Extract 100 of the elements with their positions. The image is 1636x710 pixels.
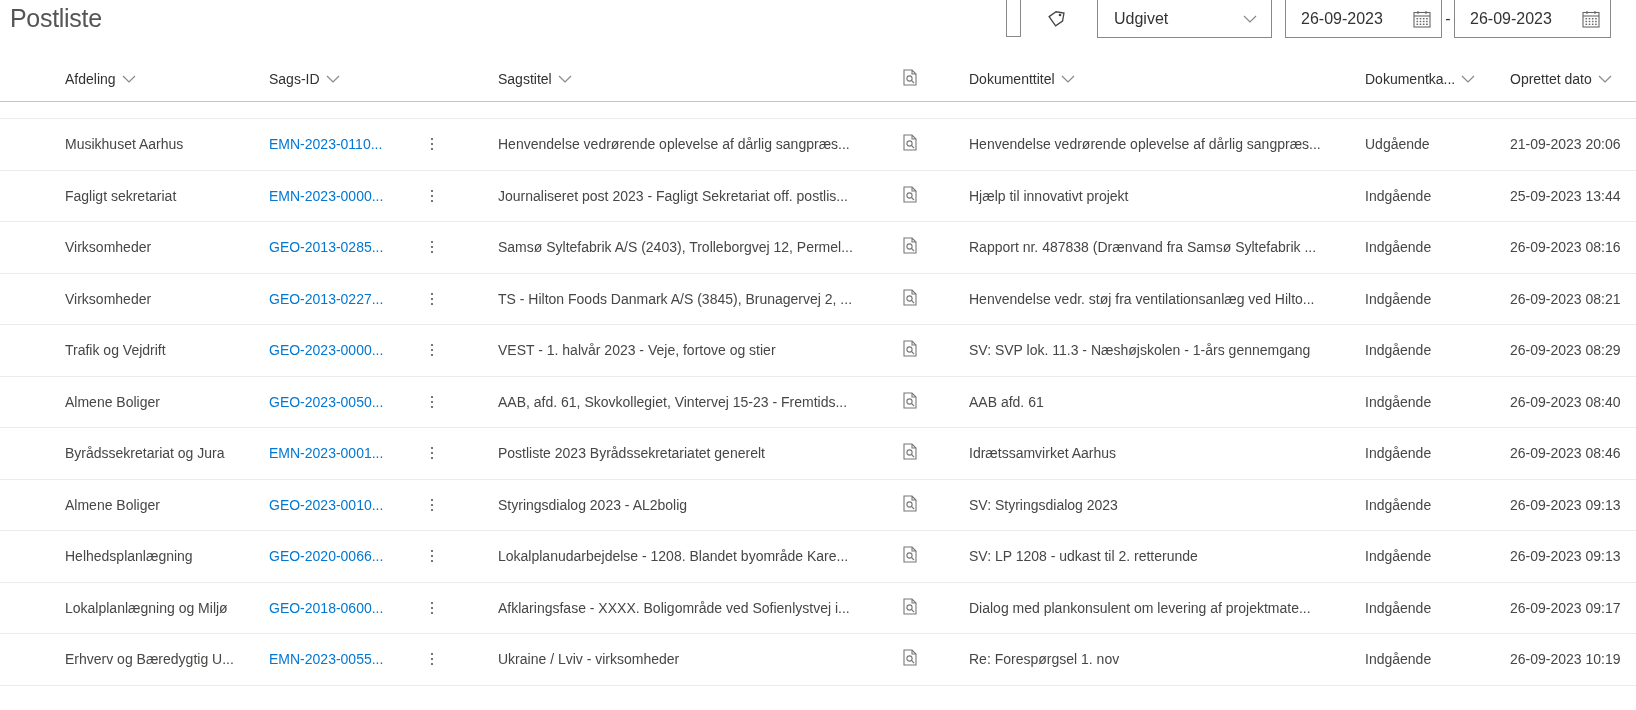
table-cell-text: AAB, afd. 61, Skovkollegiet, Vintervej 15-23 - Fremtids... — [498, 393, 849, 410]
table-cell-text: Lokalplanudarbejdelse - 1208. Blandet byområde Kare... — [498, 548, 850, 565]
table-cell-text: Styringsdialog 2023 - AL2bolig — [498, 496, 689, 513]
column-header[interactable]: Sagstitel — [498, 71, 552, 87]
column-header[interactable]: Afdeling — [65, 71, 116, 87]
case-id-link[interactable]: EMN-2023-0055... — [269, 651, 427, 668]
document-search-icon[interactable] — [903, 443, 917, 461]
table-cell-text: 26-09-2023 10:19 — [1510, 651, 1622, 668]
table-cell-text: 26-09-2023 08:46 — [1510, 445, 1622, 462]
table-cell-text: Indgående — [1365, 342, 1433, 359]
document-search-icon[interactable] — [903, 134, 917, 152]
date-field[interactable]: 26-09-2023 — [1285, 0, 1442, 38]
column-header[interactable]: Sags-ID — [269, 71, 320, 87]
toolbar-field[interactable] — [1006, 0, 1021, 37]
table-cell-text: Almene Boliger — [65, 393, 161, 410]
table-cell-text: AAB afd. 61 — [969, 393, 1045, 410]
document-search-icon[interactable] — [903, 597, 917, 615]
document-search-icon[interactable] — [903, 69, 917, 86]
chevron-down-icon[interactable] — [121, 75, 136, 83]
date-field[interactable]: 26-09-2023 — [1454, 0, 1611, 38]
document-search-icon[interactable] — [903, 237, 917, 255]
document-search-icon[interactable] — [903, 340, 917, 358]
table-cell-text: Indgående — [1365, 290, 1433, 307]
case-id-link[interactable]: GEO-2013-0285... — [269, 239, 427, 256]
chevron-down-icon[interactable] — [1461, 75, 1476, 83]
table-cell-text: Byrådssekretariat og Jura — [65, 445, 226, 462]
case-id-link[interactable]: GEO-2020-0066... — [269, 548, 427, 565]
table-cell-text: Samsø Syltefabrik A/S (2403), Trolleborgvej 12, Permel... — [498, 239, 854, 256]
table-cell-text: 26-09-2023 09:13 — [1510, 496, 1622, 513]
document-search-icon[interactable] — [903, 391, 917, 409]
table-cell-text: Udgående — [1365, 136, 1431, 153]
table-cell-text: Indgående — [1365, 496, 1433, 513]
table-cell-text: Musikhuset Aarhus — [65, 136, 185, 153]
table-cell-text: Fagligt sekretariat — [65, 187, 178, 204]
tag-icon[interactable] — [1047, 9, 1067, 27]
table-cell-text: SV: LP 1208 - udkast til 2. retterunde — [969, 548, 1199, 565]
table-cell-text: Indgående — [1365, 548, 1433, 565]
table-cell-text: 26-09-2023 08:29 — [1510, 342, 1622, 359]
table-cell-text: Trafik og Vejdrift — [65, 342, 167, 359]
status-dropdown[interactable]: Udgivet — [1097, 0, 1272, 38]
column-header[interactable]: Oprettet dato — [1510, 71, 1592, 87]
table-cell-text: Postliste 2023 Byrådssekretariatet generelt — [498, 445, 766, 462]
table-cell-text: Indgående — [1365, 599, 1433, 616]
table-cell-text: 26-09-2023 09:13 — [1510, 548, 1622, 565]
table-cell-text: Lokalplanlægning og Miljø — [65, 599, 229, 616]
table-cell-text: Indgående — [1365, 445, 1433, 462]
table-cell-text: Afklaringsfase - XXXX. Boligområde ved Sofienlystvej i... — [498, 599, 851, 616]
case-id-link[interactable]: EMN-2023-0000... — [269, 187, 427, 204]
table-cell-text: Erhverv og Bæredygtig U... — [65, 651, 235, 668]
table-cell-text: Henvendelse vedrørende oplevelse af dårlig sangpræs... — [969, 136, 1322, 153]
case-id-link[interactable]: GEO-2013-0227... — [269, 290, 427, 307]
table-cell-text: 26-09-2023 09:17 — [1510, 599, 1622, 616]
table-cell-text: TS - Hilton Foods Danmark A/S (3845), Brunagervej 2, ... — [498, 290, 854, 307]
table-cell-text: VEST - 1. halvår 2023 - Veje, fortove og stier — [498, 342, 777, 359]
table-cell-text: Dialog med plankonsulent om levering af projektmate... — [969, 599, 1312, 616]
table-cell-text: Re: Forespørgsel 1. nov — [969, 651, 1121, 668]
table-cell-text: Helhedsplanlægning — [65, 548, 194, 565]
chevron-down-icon[interactable] — [1243, 14, 1257, 23]
case-id-link[interactable]: GEO-2018-0600... — [269, 599, 427, 616]
table-cell-text: Henvendelse vedrørende oplevelse af dårlig sangpræs... — [498, 136, 851, 153]
document-search-icon[interactable] — [903, 546, 917, 564]
date-separator: - — [1444, 9, 1452, 29]
table-cell-text: Idrætssamvirket Aarhus — [969, 445, 1118, 462]
column-header[interactable]: Dokumenttitel — [969, 71, 1055, 87]
document-search-icon[interactable] — [903, 649, 917, 667]
table-cell-text: 25-09-2023 13:44 — [1510, 187, 1622, 204]
calendar-icon[interactable] — [1413, 9, 1431, 28]
table-cell-text: Henvendelse vedr. støj fra ventilationsanlæg ved Hilto... — [969, 290, 1316, 307]
chevron-down-icon[interactable] — [1060, 75, 1075, 83]
chevron-down-icon[interactable] — [557, 75, 572, 83]
table-cell-text: Hjælp til innovativt projekt — [969, 187, 1130, 204]
table-cell-text: 26-09-2023 08:16 — [1510, 239, 1622, 256]
case-id-link[interactable]: EMN-2023-0110... — [269, 136, 427, 153]
document-search-icon[interactable] — [903, 288, 917, 306]
table-cell-text: Indgående — [1365, 239, 1433, 256]
table-cell-text: 26-09-2023 08:40 — [1510, 393, 1622, 410]
case-id-link[interactable]: GEO-2023-0000... — [269, 342, 427, 359]
case-id-link[interactable]: EMN-2023-0001... — [269, 445, 427, 462]
document-search-icon[interactable] — [903, 185, 917, 203]
table-cell-text: Ukraine / Lviv - virksomheder — [498, 651, 681, 668]
table-cell-text: SV: SVP lok. 11.3 - Næshøjskolen - 1-års gennemgang — [969, 342, 1312, 359]
table-cell-text: Journaliseret post 2023 - Fagligt Sekretariat off. postlis... — [498, 187, 849, 204]
table-cell-text: Rapport nr. 487838 (Drænvand fra Samsø Syltefabrik ... — [969, 239, 1318, 256]
calendar-icon[interactable] — [1582, 9, 1600, 28]
table-cell-text: Virksomheder — [65, 239, 153, 256]
table-cell-text: SV: Styringsdialog 2023 — [969, 496, 1119, 513]
case-id-link[interactable]: GEO-2023-0050... — [269, 393, 427, 410]
table-cell-text: Almene Boliger — [65, 496, 161, 513]
chevron-down-icon[interactable] — [1597, 75, 1612, 83]
table-cell-text: Indgående — [1365, 187, 1433, 204]
table-cell-text: Indgående — [1365, 393, 1433, 410]
column-header[interactable]: Dokumentka... — [1365, 71, 1456, 87]
table-cell-text: Virksomheder — [65, 290, 153, 307]
table-cell-text: Indgående — [1365, 651, 1433, 668]
page-title: Postliste — [9, 3, 103, 33]
document-search-icon[interactable] — [903, 494, 917, 512]
chevron-down-icon[interactable] — [325, 75, 340, 83]
table-cell-text: 26-09-2023 08:21 — [1510, 290, 1622, 307]
table-cell-text: 21-09-2023 20:06 — [1510, 136, 1622, 153]
case-id-link[interactable]: GEO-2023-0010... — [269, 496, 427, 513]
